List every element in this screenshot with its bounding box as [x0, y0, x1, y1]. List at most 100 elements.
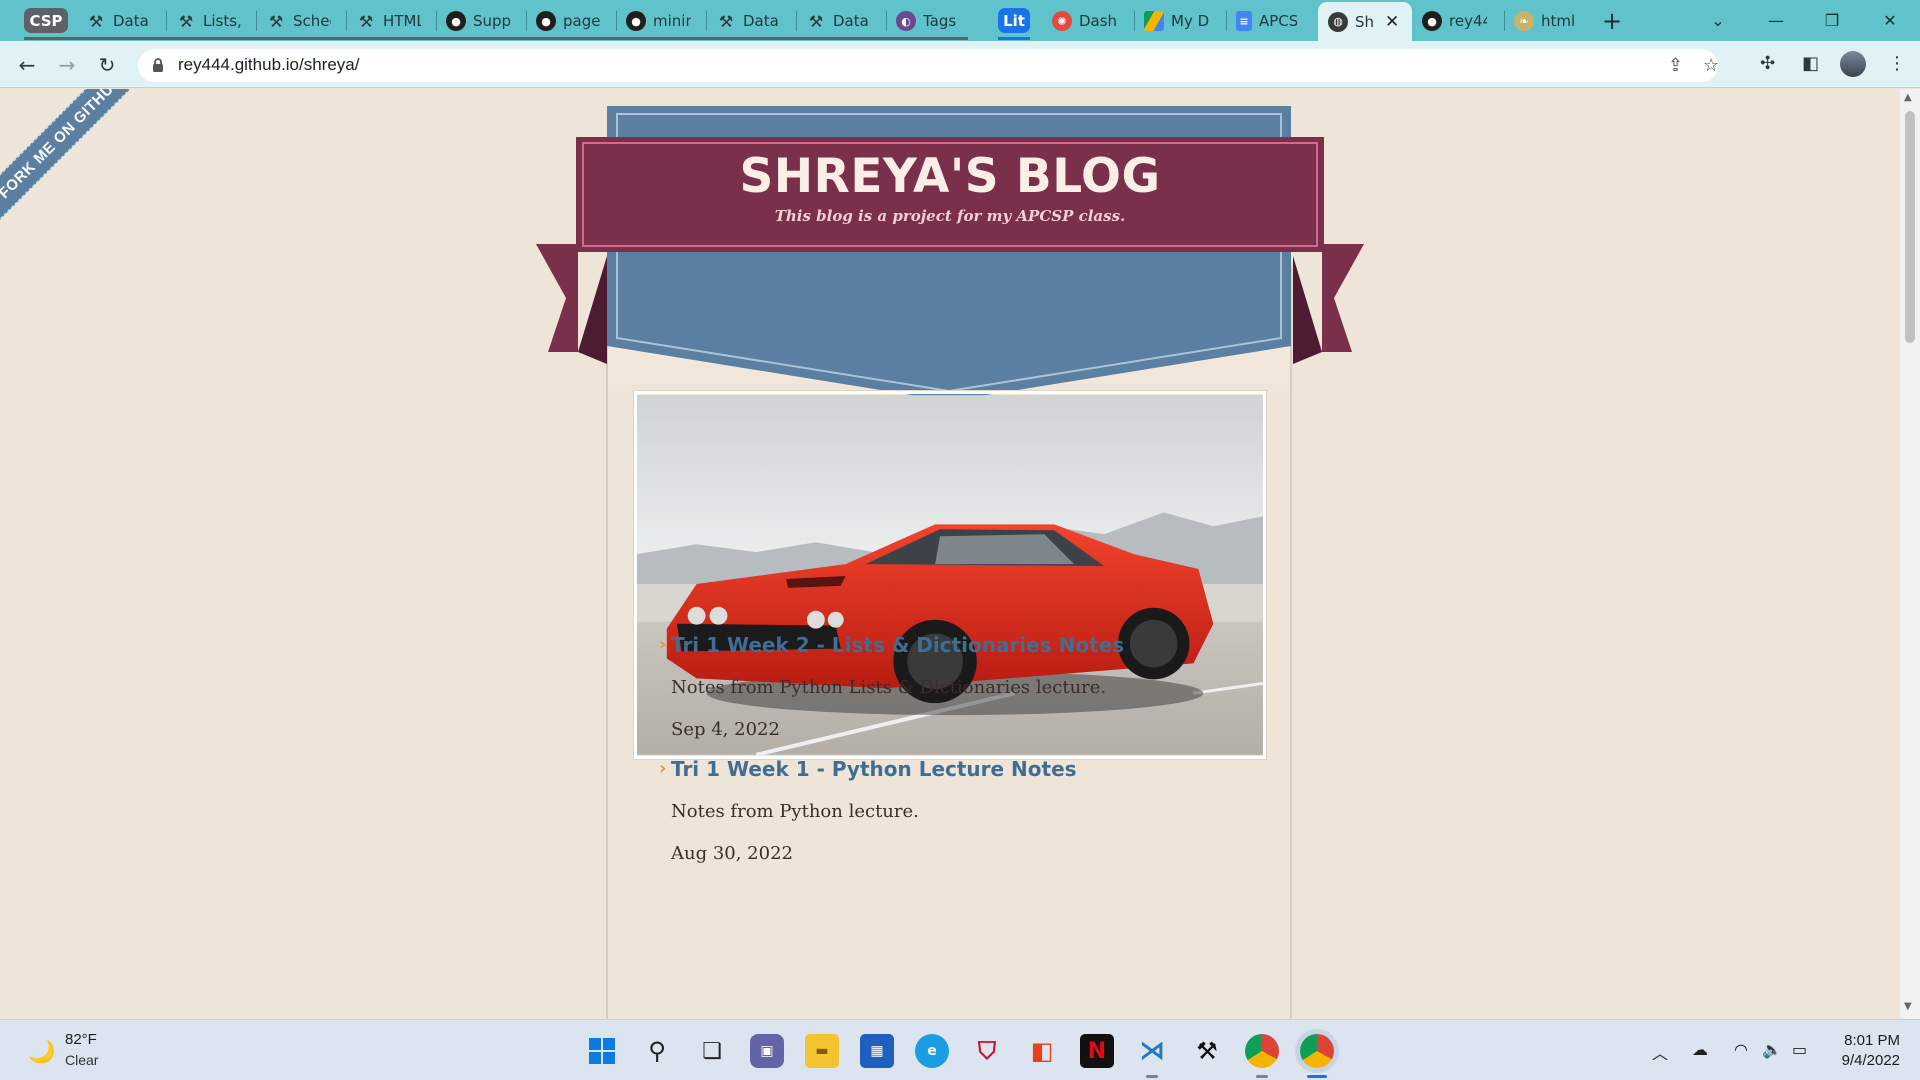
scrollbar-thumb[interactable] — [1905, 111, 1915, 343]
back-icon[interactable]: ← — [13, 51, 41, 79]
github-icon: ● — [446, 11, 466, 31]
reload-icon[interactable]: ↻ — [93, 51, 121, 79]
office-icon[interactable]: ◧ — [1025, 1034, 1059, 1068]
tab-title: pages — [563, 12, 601, 30]
tab-group-label: CSP — [29, 11, 63, 30]
battery-icon[interactable]: ▭ — [1792, 1040, 1807, 1059]
tab-my-drive[interactable]: My Dr — [1134, 5, 1226, 37]
tab-group-underline — [24, 37, 968, 40]
netflix-icon[interactable]: N — [1080, 1034, 1114, 1068]
scroll-down-arrow-icon[interactable]: ▼ — [1904, 1001, 1912, 1012]
post-excerpt: Notes from Python lecture. — [671, 801, 919, 822]
wrench-icon: ⚒ — [808, 11, 824, 31]
system-clock[interactable]: 8:01 PM 9/4/2022 — [1820, 1031, 1900, 1071]
menu-kebab-icon[interactable]: ⋮ — [1888, 53, 1906, 74]
post-date: Sep 4, 2022 — [671, 719, 780, 740]
running-indicator — [1256, 1075, 1268, 1078]
browser-toolbar: ← → ↻ rey444.github.io/shreya/ ⇪ ☆ ✣ ◧ ⋮ — [0, 41, 1920, 88]
close-tab-icon[interactable]: ✕ — [1385, 12, 1399, 32]
tab-title: Data A — [113, 12, 151, 30]
globe-icon: ◐ — [896, 11, 916, 31]
tab-schedule[interactable]: ⚒ Sched — [256, 5, 346, 37]
extensions-icon[interactable]: ✣ — [1760, 53, 1775, 74]
tab-rey444[interactable]: ● rey44 — [1412, 5, 1504, 37]
profile-avatar[interactable] — [1840, 51, 1866, 77]
github-icon: ● — [626, 11, 646, 31]
docs-icon: ≡ — [1236, 11, 1252, 31]
weather-condition[interactable]: Clear — [65, 1052, 98, 1068]
close-window-button[interactable]: ✕ — [1862, 0, 1918, 41]
tab-lists[interactable]: ⚒ Lists, D — [166, 5, 256, 37]
post-date: Aug 30, 2022 — [671, 843, 793, 864]
chrome-active-icon[interactable] — [1300, 1034, 1334, 1068]
tab-title: Data A — [833, 12, 871, 30]
forward-icon[interactable]: → — [53, 51, 81, 79]
tab-title: APCSI — [1259, 12, 1297, 30]
tab-group-lit[interactable]: Lit — [998, 8, 1030, 33]
mcafee-icon[interactable]: ⛉ — [970, 1034, 1004, 1068]
weather-temperature[interactable]: 82°F — [65, 1031, 97, 1048]
edge-icon[interactable]: e — [915, 1034, 949, 1068]
minimize-button[interactable]: — — [1748, 0, 1804, 41]
windows-taskbar: 🌙 82°F Clear ⚲ ❏ ▣ ▬ ▦ e ⛉ ◧ N ⋊ ⚒ ︿ ☁ ◠… — [0, 1019, 1920, 1080]
tab-title: rey44 — [1449, 12, 1487, 30]
running-indicator — [1146, 1075, 1158, 1078]
url-text[interactable]: rey444.github.io/shreya/ — [178, 55, 359, 75]
tab-tags[interactable]: ◐ Tags | — [886, 5, 976, 37]
search-icon[interactable]: ⚲ — [640, 1034, 674, 1068]
tab-title: Sh — [1355, 12, 1375, 31]
post-excerpt: Notes from Python Lists & Dictionaries l… — [671, 677, 1107, 698]
moon-weather-icon[interactable]: 🌙 — [28, 1040, 55, 1065]
chrome-icon[interactable] — [1245, 1034, 1279, 1068]
tab-group-csp[interactable]: CSP — [24, 8, 68, 33]
clock-time: 8:01 PM — [1844, 1032, 1900, 1049]
tab-minima[interactable]: ● minim — [616, 5, 706, 37]
wrench-icon: ⚒ — [268, 11, 284, 31]
tab-title: html - — [1541, 12, 1579, 30]
tab-apcsp-doc[interactable]: ≡ APCSI — [1226, 5, 1318, 37]
file-explorer-icon[interactable]: ▬ — [805, 1034, 839, 1068]
tab-html-2[interactable]: ❧ html - — [1504, 5, 1590, 37]
tray-chevron-icon[interactable]: ︿ — [1652, 1040, 1668, 1064]
active-indicator — [1307, 1075, 1327, 1078]
fork-me-on-github-ribbon[interactable]: FORK ME ON GITHUB — [0, 89, 164, 241]
task-view-icon[interactable]: ❏ — [695, 1034, 729, 1068]
post-bullet-icon: › — [659, 634, 667, 655]
tab-dashboard[interactable]: ✺ Dashb — [1042, 5, 1134, 37]
tab-data-1[interactable]: ⚒ Data A — [76, 5, 166, 37]
tab-pages[interactable]: ● pages — [526, 5, 616, 37]
onedrive-icon[interactable]: ☁ — [1692, 1040, 1708, 1059]
store-icon[interactable]: ▦ — [860, 1034, 894, 1068]
ribbon-label: FORK ME ON GITHUB — [0, 89, 126, 203]
post-title-link[interactable]: Tri 1 Week 1 - Python Lecture Notes — [671, 757, 1077, 781]
tab-search-icon[interactable]: ⌄ — [1690, 0, 1746, 41]
post-title-link[interactable]: Tri 1 Week 2 - Lists & Dictionaries Note… — [671, 633, 1124, 657]
tab-shreya-active[interactable]: ◍ Sh ✕ — [1318, 2, 1412, 41]
tab-data-3[interactable]: ⚒ Data A — [796, 5, 886, 37]
post-bullet-icon: › — [659, 758, 667, 779]
tab-title: Sched — [293, 12, 331, 30]
vscode-icon[interactable]: ⋊ — [1135, 1034, 1169, 1068]
wrench-icon: ⚒ — [358, 11, 374, 31]
tab-data-2[interactable]: ⚒ Data A — [706, 5, 796, 37]
scroll-up-arrow-icon[interactable]: ▲ — [1904, 92, 1912, 103]
restore-button[interactable]: ❐ — [1804, 0, 1860, 41]
share-icon[interactable]: ⇪ — [1668, 55, 1683, 76]
page-scrollbar[interactable]: ▲ ▼ — [1900, 89, 1920, 1019]
lock-icon[interactable] — [152, 58, 164, 72]
new-tab-button[interactable]: + — [1582, 0, 1642, 41]
side-panel-icon[interactable]: ◧ — [1802, 53, 1819, 74]
volume-icon[interactable]: 🔈 — [1762, 1040, 1782, 1059]
tab-html[interactable]: ⚒ HTML — [346, 5, 436, 37]
wrench-icon: ⚒ — [178, 11, 194, 31]
wrench-app-icon[interactable]: ⚒ — [1190, 1034, 1224, 1068]
wifi-icon[interactable]: ◠ — [1734, 1040, 1748, 1059]
tab-title: Tags | — [923, 12, 961, 30]
bookmark-star-icon[interactable]: ☆ — [1703, 55, 1719, 76]
blog-title[interactable]: SHREYA'S BLOG — [576, 149, 1324, 204]
start-button-icon[interactable] — [585, 1034, 619, 1068]
car-photo — [634, 391, 1266, 759]
teams-chat-icon[interactable]: ▣ — [750, 1034, 784, 1068]
tab-support[interactable]: ● Suppo — [436, 5, 526, 37]
address-bar[interactable]: rey444.github.io/shreya/ ⇪ ☆ — [138, 49, 1719, 82]
